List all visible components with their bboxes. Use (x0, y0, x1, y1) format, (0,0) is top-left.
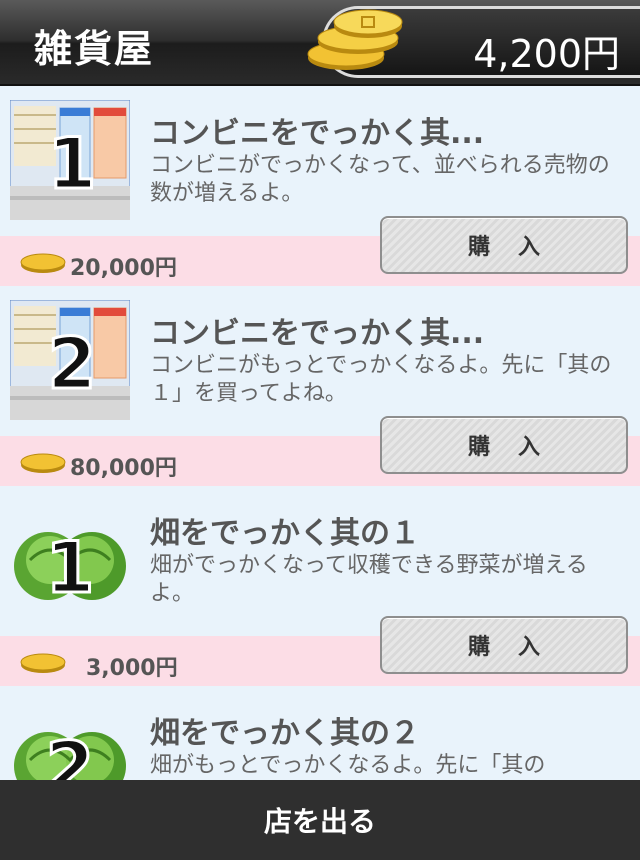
item-title: コンビニをでっかく其... (150, 116, 485, 151)
coin-icon (20, 253, 66, 273)
item-description: 畑がでっかくなって収穫できる野菜が増えるよ。 (150, 553, 588, 606)
header-bar: 雑貨屋 4,200円 (0, 0, 640, 86)
item-description: コンビニがでっかくなって、並べられる売物の数が増えるよ。 (150, 153, 610, 206)
item-price: 3,000円 (86, 656, 178, 681)
item-price: 20,000円 (70, 256, 177, 281)
convenience-store-icon: 2 (10, 300, 130, 420)
coin-icon (20, 653, 66, 673)
coin-icon (20, 453, 66, 473)
item-title: コンビニをでっかく其... (150, 316, 485, 351)
cabbage-icon: 2 (14, 726, 126, 780)
leave-shop-button[interactable]: 店を出る (0, 780, 640, 860)
buy-button[interactable]: 購入 (380, 216, 628, 274)
item-number: 1 (48, 123, 97, 205)
shop-item: 1 畑をでっかく其の１ 畑がでっかくなって収穫できる野菜が増えるよ。 3,000… (0, 486, 640, 687)
item-price: 80,000円 (70, 456, 177, 481)
item-number: 2 (48, 323, 97, 405)
item-title: 畑をでっかく其の１ (150, 516, 420, 551)
page-title: 雑貨屋 (34, 27, 155, 71)
convenience-store-icon: 1 (10, 100, 130, 220)
item-list[interactable]: 1 コンビニをでっかく其... コンビニがでっかくなって、並べられる売物の数が増… (0, 86, 640, 780)
item-number: 1 (46, 527, 95, 609)
item-number: 2 (46, 727, 95, 780)
coin-stack-icon (307, 9, 403, 70)
item-description: コンビニがもっとでっかくなるよ。先に「其の１」を買ってよね。 (150, 353, 612, 406)
shop-item: 2 畑をでっかく其の２ 畑がもっとでっかくなるよ。先に「其の (0, 686, 640, 780)
buy-button[interactable]: 購入 (380, 416, 628, 474)
shop-item: 2 コンビニをでっかく其... コンビニがもっとでっかくなるよ。先に「其の１」を… (0, 286, 640, 487)
buy-button[interactable]: 購入 (380, 616, 628, 674)
shop-item: 1 コンビニをでっかく其... コンビニがでっかくなって、並べられる売物の数が増… (0, 86, 640, 287)
item-description: 畑がもっとでっかくなるよ。先に「其の (150, 753, 546, 778)
cabbage-icon: 1 (14, 526, 126, 611)
money-amount: 4,200円 (473, 32, 620, 76)
item-title: 畑をでっかく其の２ (150, 716, 420, 751)
